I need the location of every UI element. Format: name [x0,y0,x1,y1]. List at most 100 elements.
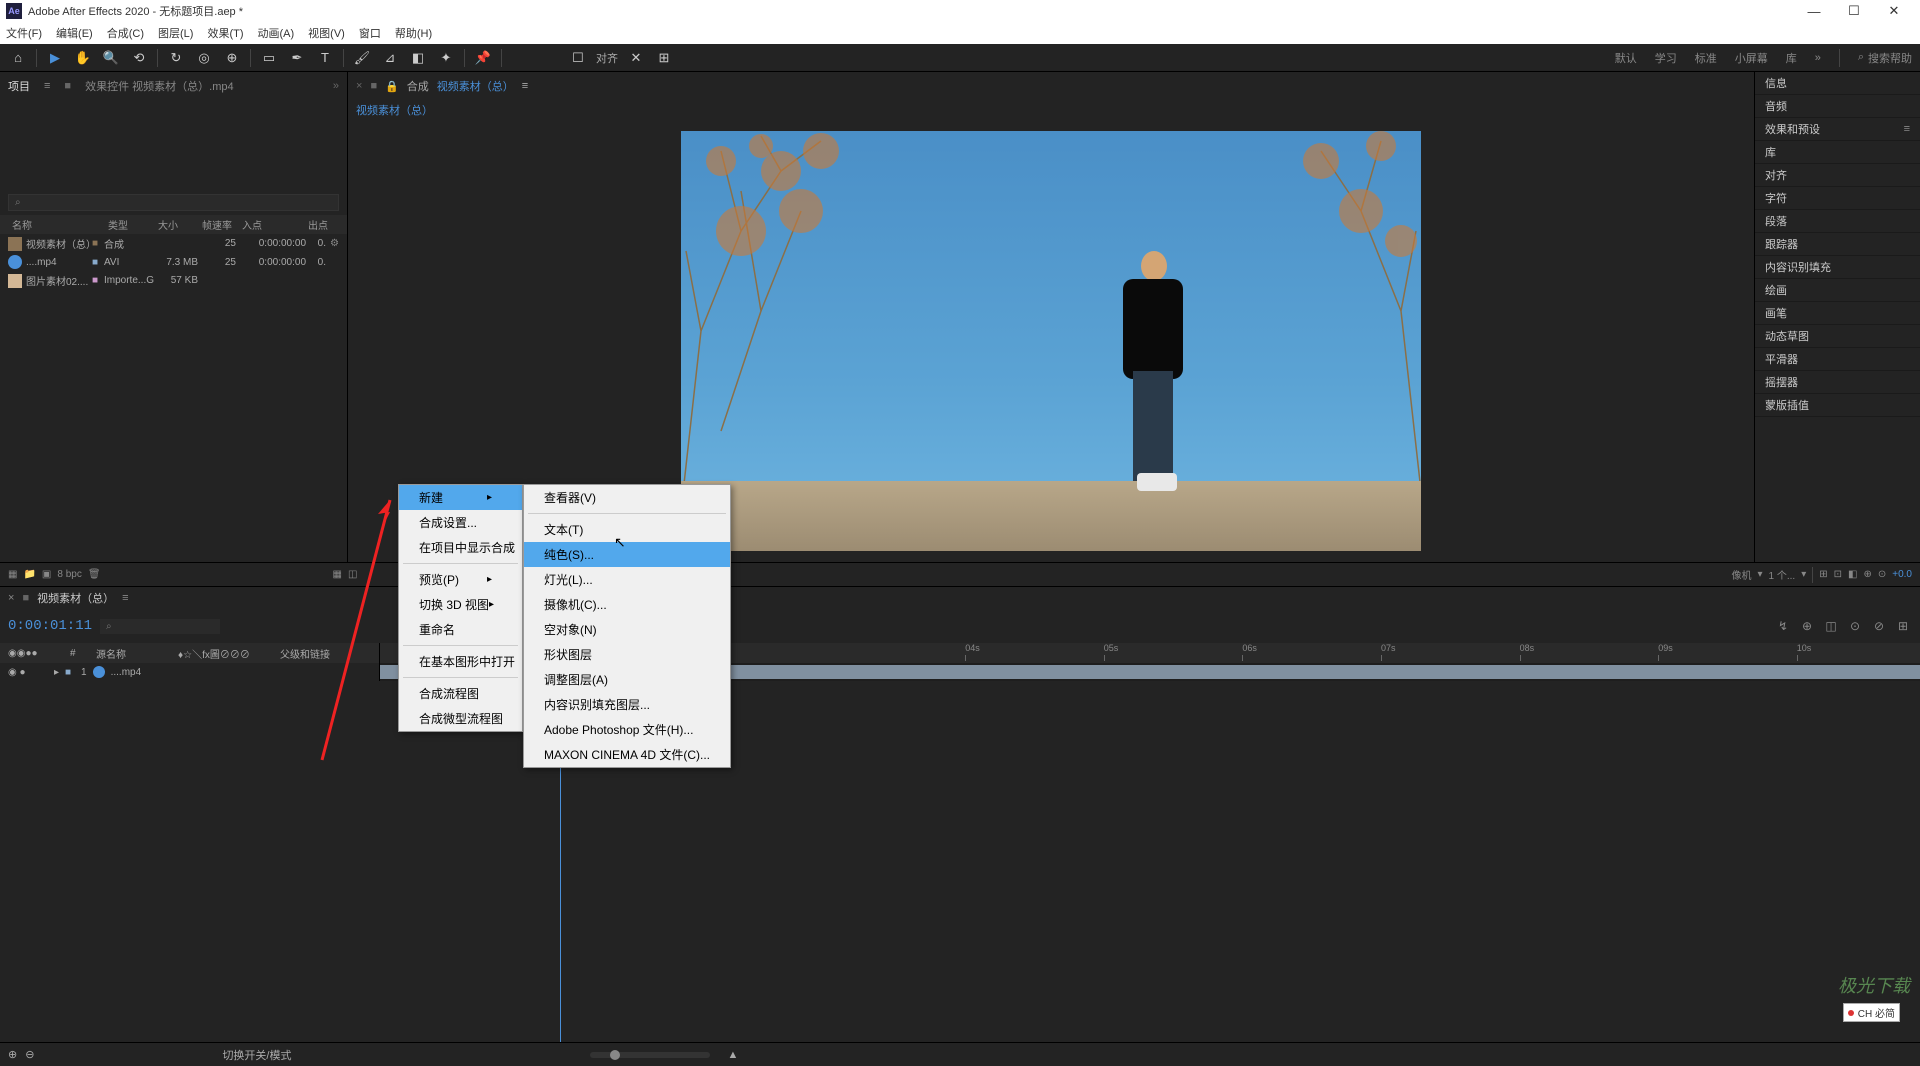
camera-tool-icon[interactable]: ◎ [194,48,214,68]
panel-audio[interactable]: 音频 [1755,95,1920,118]
type-tool-icon[interactable]: T [315,48,335,68]
close-button[interactable]: ✕ [1874,0,1914,22]
submenu-adjustment[interactable]: 调整图层(A) [524,667,730,692]
menu-comp-settings[interactable]: 合成设置... [399,510,522,535]
workspace-overflow-icon[interactable]: » [1815,52,1821,64]
home-icon[interactable]: ⌂ [8,48,28,68]
vb1-icon[interactable]: ⊞ [1819,569,1827,580]
menu-edit[interactable]: 编辑(E) [56,25,93,41]
tf-icon-1[interactable]: ⊕ [8,1048,17,1061]
lock-icon[interactable]: 🔒 [385,80,399,93]
zoom-slider[interactable] [590,1052,710,1058]
panel-wiggler[interactable]: 摇摆器 [1755,371,1920,394]
menu-window[interactable]: 窗口 [359,25,381,41]
project-tab[interactable]: 项目 [8,78,30,94]
hand-tool-icon[interactable]: ✋ [73,48,93,68]
submenu-camera[interactable]: 摄像机(C)... [524,592,730,617]
vb2-icon[interactable]: ⊡ [1834,569,1842,580]
submenu-viewer[interactable]: 查看器(V) [524,485,730,510]
project-search-input[interactable] [8,194,339,211]
anchor-tool-icon[interactable]: ⊕ [222,48,242,68]
menu-help[interactable]: 帮助(H) [395,25,432,41]
comp-settings-icon[interactable]: ⚙ [330,238,339,249]
camera-dropdown[interactable]: 像机 [1731,567,1751,582]
project-menu-icon[interactable]: ≡ [44,80,50,92]
zoom-out-icon[interactable]: ▲ [728,1049,739,1061]
viewer-opt-icon[interactable]: ▦ [333,569,342,580]
menu-open-egp[interactable]: 在基本图形中打开 [399,649,522,674]
vb5-icon[interactable]: ⊙ [1878,569,1886,580]
panel-smoother[interactable]: 平滑器 [1755,348,1920,371]
workspace-small[interactable]: 小屏幕 [1735,50,1768,66]
panel-align[interactable]: 对齐 [1755,164,1920,187]
header-size[interactable]: 大小 [154,217,198,232]
view-count[interactable]: 1 个... [1769,567,1796,582]
rotation-tool-icon[interactable]: ↻ [166,48,186,68]
menu-layer[interactable]: 图层(L) [158,25,193,41]
panel-info[interactable]: 信息 [1755,72,1920,95]
hdr-parent[interactable]: 父级和链接 [280,646,330,661]
orbit-tool-icon[interactable]: ⟲ [129,48,149,68]
workspace-standard[interactable]: 标准 [1695,50,1717,66]
submenu-solid[interactable]: 纯色(S)... [524,542,730,567]
header-fps[interactable]: 帧速率 [198,217,238,232]
project-row[interactable]: ....mp4 ■ AVI 7.3 MB 25 0:00:00:00 0. [0,253,347,271]
comp-breadcrumb[interactable]: 视频素材（总） [356,102,433,118]
rect-tool-icon[interactable]: ▭ [259,48,279,68]
vb3-icon[interactable]: ◧ [1848,569,1857,580]
snap-icon[interactable]: ✕ [626,48,646,68]
minimize-button[interactable]: — [1794,0,1834,22]
clone-tool-icon[interactable]: ⊿ [380,48,400,68]
zoom-tool-icon[interactable]: 🔍 [101,48,121,68]
submenu-c4d[interactable]: MAXON CINEMA 4D 文件(C)... [524,742,730,767]
trash-icon[interactable]: 🗑 [88,569,101,580]
panel-tracker[interactable]: 跟踪器 [1755,233,1920,256]
submenu-light[interactable]: 灯光(L)... [524,567,730,592]
header-out[interactable]: 出点 [304,217,334,232]
snap-checkbox[interactable]: ☐ [568,48,588,68]
comp-menu-icon[interactable]: ≡ [522,80,528,92]
workspace-learn[interactable]: 学习 [1655,50,1677,66]
roto-tool-icon[interactable]: ✦ [436,48,456,68]
panel-paragraph[interactable]: 段落 [1755,210,1920,233]
help-search[interactable]: ⌕ 搜索帮助 [1858,50,1912,66]
tf-icon-2[interactable]: ⊖ [25,1048,34,1061]
submenu-null[interactable]: 空对象(N) [524,617,730,642]
panel-library[interactable]: 库 [1755,141,1920,164]
submenu-content-aware[interactable]: 内容识别填充图层... [524,692,730,717]
new-folder-icon[interactable]: 📁 [23,569,35,580]
panel-overflow-icon[interactable]: » [333,80,339,92]
interpret-icon[interactable]: ▦ [8,569,17,580]
panel-menu-icon[interactable]: ≡ [1904,123,1910,135]
selection-tool-icon[interactable]: ▶ [45,48,65,68]
comp-name[interactable]: 视频素材（总） [437,78,514,94]
panel-effects-presets[interactable]: 效果和预设≡ [1755,118,1920,141]
footer-label[interactable]: 切换开关/模式 [222,1047,291,1063]
panel-mask-interp[interactable]: 蒙版插值 [1755,394,1920,417]
pen-tool-icon[interactable]: ✒ [287,48,307,68]
bpc-label[interactable]: 8 bpc [57,569,81,580]
submenu-photoshop[interactable]: Adobe Photoshop 文件(H)... [524,717,730,742]
timeline-search-input[interactable] [100,619,220,634]
header-name[interactable]: 名称 [8,217,90,232]
maximize-button[interactable]: ☐ [1834,0,1874,22]
menu-animation[interactable]: 动画(A) [258,25,295,41]
close-tab-icon[interactable]: × [8,592,14,604]
project-row[interactable]: 图片素材02.... ■ Importe...G 57 KB [0,271,347,290]
workspace-library[interactable]: 库 [1786,50,1797,66]
tl-icon-4[interactable]: ⊙ [1846,617,1864,635]
tl-icon-6[interactable]: ⊞ [1894,617,1912,635]
viewer-opt2-icon[interactable]: ◫ [348,569,357,580]
menu-effect[interactable]: 效果(T) [207,25,243,41]
timeline-comp-name[interactable]: 视频素材（总） [37,590,114,606]
menu-reveal-comp[interactable]: 在项目中显示合成 [399,535,522,560]
timeline-layers[interactable]: ◉ ● ▸ ■ 1 ....mp4 [0,663,1920,1042]
timecode[interactable]: 0:00:01:11 [8,618,92,634]
panel-paint[interactable]: 绘画 [1755,279,1920,302]
menu-view[interactable]: 视图(V) [308,25,345,41]
workspace-default[interactable]: 默认 [1615,50,1637,66]
menu-composition[interactable]: 合成(C) [107,25,144,41]
menu-mini-flowchart[interactable]: 合成微型流程图 [399,706,522,731]
project-row[interactable]: 视频素材（总） ■ 合成 25 0:00:00:00 0. ⚙ [0,234,347,253]
layer-row[interactable]: ◉ ● ▸ ■ 1 ....mp4 [0,663,1920,681]
